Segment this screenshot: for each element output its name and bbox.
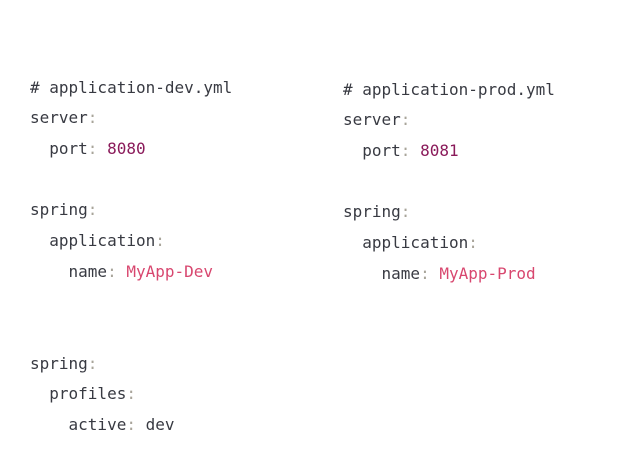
main-active-line: active: dev (68, 415, 175, 435)
main-spring-line: spring: (30, 353, 98, 373)
dev-comment-line: # application-dev.yml (30, 73, 232, 104)
dev-server-key: server (30, 108, 88, 128)
dev-application-key: application (49, 231, 156, 251)
prod-application-key: application (362, 233, 469, 253)
main-spring-key: spring (30, 353, 88, 373)
prod-port-key: port (362, 141, 401, 161)
prod-port-value: 8081 (420, 141, 459, 161)
dev-name-value: MyApp-Dev (126, 261, 214, 281)
prod-application-line: application: (362, 233, 478, 253)
dev-spring-key: spring (30, 200, 88, 220)
prod-name-line: name: MyApp-Prod (381, 263, 536, 283)
prod-comment-line: # application-prod.yml (343, 75, 555, 106)
prod-spring-line: spring: (343, 202, 411, 222)
prod-yaml-block: # application-prod.yml server: port: 8081… (343, 44, 555, 320)
prod-name-key: name (381, 263, 421, 283)
main-yaml-block: spring: profiles: active: dev (30, 318, 175, 471)
dev-name-line: name: MyApp-Dev (68, 261, 214, 281)
main-profiles-key: profiles (49, 384, 127, 404)
dev-port-value: 8080 (107, 139, 146, 159)
dev-spring-line: spring: (30, 200, 98, 220)
dev-server-line: server: (30, 108, 98, 128)
dev-file-comment: # application-dev.yml (30, 77, 233, 97)
main-active-key: active (68, 415, 127, 435)
dev-yaml-block: # application-dev.yml server: port: 8080 … (30, 42, 232, 318)
dev-port-line: port: 8080 (49, 139, 146, 159)
prod-file-comment: # application-prod.yml (343, 79, 555, 99)
prod-port-line: port: 8081 (362, 141, 459, 161)
prod-name-value: MyApp-Prod (439, 263, 536, 283)
dev-application-line: application: (49, 231, 165, 251)
main-active-value: dev (145, 415, 175, 435)
prod-server-key: server (343, 110, 401, 130)
prod-server-line: server: (343, 110, 411, 130)
prod-spring-key: spring (343, 202, 401, 222)
dev-name-key: name (68, 261, 108, 281)
prod-blank-line (343, 167, 555, 198)
dev-port-key: port (49, 139, 88, 159)
dev-blank-line (30, 165, 232, 196)
main-profiles-line: profiles: (49, 384, 136, 404)
